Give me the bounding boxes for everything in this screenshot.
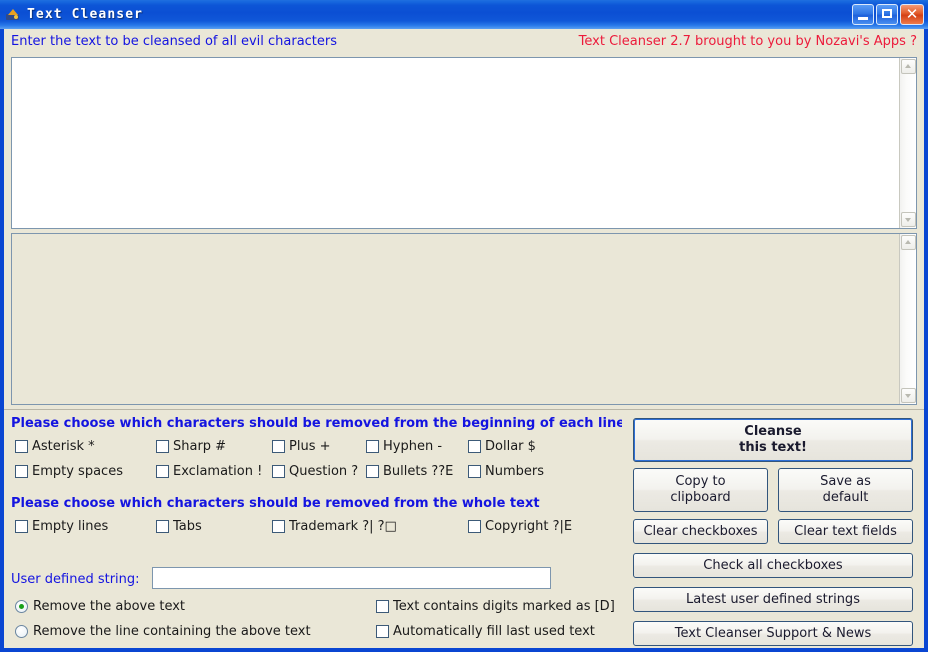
panel-separator [4, 409, 622, 410]
checkbox-box[interactable] [468, 465, 481, 478]
scroll-up-icon[interactable] [901, 59, 916, 74]
clear-checkboxes-button[interactable]: Clear checkboxes [633, 519, 768, 544]
checkbox-empty-lines[interactable]: Empty lines [15, 519, 153, 534]
checkbox-autofill-last-text[interactable]: Automatically fill last used text [376, 624, 622, 639]
checkbox-question[interactable]: Question ? [272, 464, 366, 479]
checkbox-box[interactable] [376, 600, 389, 613]
whole-text-section-title: Please choose which characters should be… [11, 496, 540, 511]
input-textarea-panel [11, 57, 917, 229]
checkbox-box[interactable] [366, 440, 379, 453]
clear-text-fields-button[interactable]: Clear text fields [778, 519, 913, 544]
checkbox-sharp[interactable]: Sharp # [156, 439, 266, 454]
checkbox-trademark[interactable]: Trademark ?| ?□ [272, 519, 462, 534]
panel-separator [622, 409, 924, 410]
checkbox-bullets[interactable]: Bullets ??E [366, 464, 466, 479]
actions-panel: Cleanse this text! Copy to clipboard Sav… [622, 409, 924, 648]
header-prompt: Enter the text to be cleansed of all evi… [11, 34, 338, 49]
radio-circle[interactable] [15, 625, 28, 638]
checkbox-dollar[interactable]: Dollar $ [468, 439, 578, 454]
checkbox-label: Question ? [289, 464, 359, 479]
checkbox-exclamation[interactable]: Exclamation ! [156, 464, 272, 479]
output-textarea[interactable] [12, 234, 899, 404]
checkbox-box[interactable] [15, 440, 28, 453]
user-defined-string-input[interactable] [152, 567, 551, 589]
close-button[interactable]: ✕ [900, 4, 924, 25]
close-icon: ✕ [905, 5, 919, 23]
checkbox-label: Asterisk * [32, 439, 95, 454]
radio-remove-above-text[interactable]: Remove the above text [15, 599, 185, 614]
cleanse-button[interactable]: Cleanse this text! [633, 418, 913, 462]
input-textarea[interactable] [12, 58, 899, 228]
checkbox-label: Hyphen - [383, 439, 443, 454]
checkbox-box[interactable] [156, 520, 169, 533]
checkbox-label: Empty spaces [32, 464, 123, 479]
checkbox-label: Sharp # [173, 439, 227, 454]
radio-remove-line-containing[interactable]: Remove the line containing the above tex… [15, 624, 311, 639]
checkbox-box[interactable] [156, 440, 169, 453]
checkbox-box[interactable] [468, 520, 481, 533]
scroll-down-icon[interactable] [901, 212, 916, 227]
check-all-checkboxes-button[interactable]: Check all checkboxes [633, 553, 913, 578]
checkbox-label: Tabs [173, 519, 202, 534]
user-defined-string-label: User defined string: [11, 572, 140, 587]
radio-label: Remove the line containing the above tex… [33, 624, 311, 639]
checkbox-empty-spaces[interactable]: Empty spaces [15, 464, 153, 479]
minimize-button[interactable] [852, 4, 874, 25]
output-textarea-panel [11, 233, 917, 405]
checkbox-asterisk[interactable]: Asterisk * [15, 439, 153, 454]
app-icon [5, 7, 21, 23]
checkbox-numbers[interactable]: Numbers [468, 464, 578, 479]
support-and-news-button[interactable]: Text Cleanser Support & News [633, 621, 913, 646]
checkbox-box[interactable] [366, 465, 379, 478]
save-as-default-button[interactable]: Save as default [778, 468, 913, 512]
checkbox-box[interactable] [156, 465, 169, 478]
checkbox-label: Text contains digits marked as [D] [393, 599, 615, 614]
checkbox-box[interactable] [272, 520, 285, 533]
maximize-button[interactable] [876, 4, 898, 25]
checkbox-label: Numbers [485, 464, 544, 479]
checkbox-plus[interactable]: Plus + [272, 439, 362, 454]
checkbox-label: Automatically fill last used text [393, 624, 595, 639]
title-bar-left: Text Cleanser [0, 7, 852, 23]
checkbox-tabs[interactable]: Tabs [156, 519, 266, 534]
options-panel: Please choose which characters should be… [4, 409, 622, 648]
client-area: Enter the text to be cleansed of all evi… [4, 29, 924, 648]
checkbox-copyright[interactable]: Copyright ?|E [468, 519, 614, 534]
latest-user-defined-strings-button[interactable]: Latest user defined strings [633, 587, 913, 612]
checkbox-box[interactable] [272, 465, 285, 478]
checkbox-hyphen[interactable]: Hyphen - [366, 439, 464, 454]
checkbox-box[interactable] [272, 440, 285, 453]
checkbox-box[interactable] [15, 520, 28, 533]
checkbox-label: Bullets ??E [383, 464, 454, 479]
checkbox-label: Copyright ?|E [485, 519, 573, 534]
checkbox-digits-marked[interactable]: Text contains digits marked as [D] [376, 599, 622, 614]
text-cleanser-window: Text Cleanser ✕ Enter the text to be cle… [0, 0, 928, 652]
copy-to-clipboard-button[interactable]: Copy to clipboard [633, 468, 768, 512]
checkbox-box[interactable] [376, 625, 389, 638]
radio-label: Remove the above text [33, 599, 186, 614]
checkbox-box[interactable] [468, 440, 481, 453]
window-controls: ✕ [852, 4, 928, 25]
scroll-up-icon[interactable] [901, 235, 916, 250]
checkbox-box[interactable] [15, 465, 28, 478]
checkbox-label: Trademark ?| ?□ [289, 519, 397, 534]
header-brand: Text Cleanser 2.7 brought to you by Noza… [578, 34, 917, 49]
title-bar: Text Cleanser ✕ [0, 0, 928, 29]
radio-circle[interactable] [15, 600, 28, 613]
checkbox-label: Empty lines [32, 519, 109, 534]
scroll-down-icon[interactable] [901, 388, 916, 403]
checkbox-label: Exclamation ! [173, 464, 263, 479]
checkbox-label: Dollar $ [485, 439, 536, 454]
header-row: Enter the text to be cleansed of all evi… [4, 29, 924, 55]
line-start-section-title: Please choose which characters should be… [11, 416, 622, 431]
output-vertical-scrollbar[interactable] [899, 234, 916, 404]
window-title: Text Cleanser [27, 7, 144, 22]
input-vertical-scrollbar[interactable] [899, 58, 916, 228]
checkbox-label: Plus + [289, 439, 331, 454]
